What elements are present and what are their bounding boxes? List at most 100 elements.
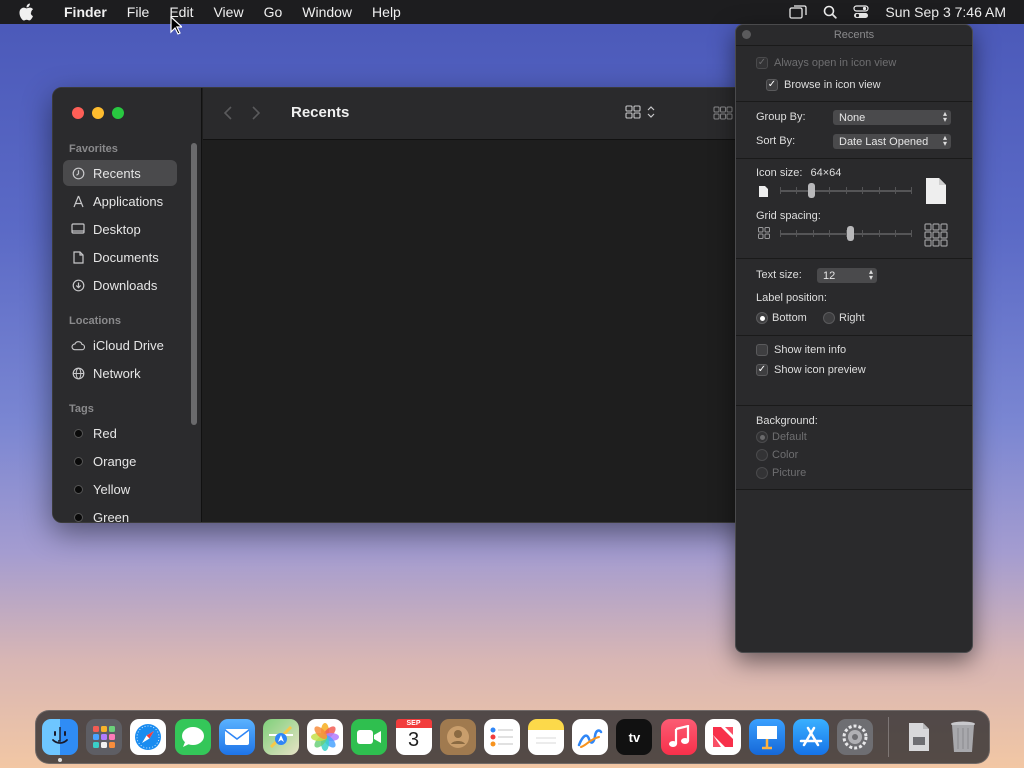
text-size-popup[interactable]: 12 ▴ ▾ <box>817 268 877 283</box>
sidebar-item-label: Green <box>93 509 130 523</box>
divider <box>736 258 972 259</box>
large-document-icon <box>925 177 947 208</box>
group-view-button[interactable] <box>713 105 733 124</box>
calendar-day: 3 <box>407 729 420 751</box>
browse-icon-view-checkbox[interactable]: ✓ <box>766 79 778 91</box>
appstore-icon[interactable] <box>793 719 830 755</box>
system-settings-icon[interactable] <box>837 719 874 755</box>
chevron-updown-icon: ▴ ▾ <box>942 133 947 148</box>
sidebar-tag-red[interactable]: Red <box>63 420 177 446</box>
calendar-icon[interactable]: SEP 3 <box>395 719 432 755</box>
label-position-bottom-radio[interactable] <box>756 312 768 324</box>
menu-view[interactable]: View <box>203 0 253 24</box>
sidebar-tag-green[interactable]: Green <box>63 504 177 523</box>
show-icon-preview-checkbox[interactable]: ✓ <box>756 364 768 376</box>
tag-dot-icon <box>71 454 85 468</box>
appletv-icon[interactable]: tv <box>616 719 653 755</box>
forward-button[interactable] <box>251 105 261 126</box>
photos-icon[interactable] <box>307 719 344 755</box>
safari-icon[interactable] <box>130 719 167 755</box>
messages-icon[interactable] <box>174 719 211 755</box>
sidebar-item-recents[interactable]: Recents <box>63 160 177 186</box>
news-icon[interactable] <box>704 719 741 755</box>
close-window-button[interactable] <box>72 107 84 119</box>
background-color-radio[interactable] <box>756 449 768 461</box>
finder-icon[interactable] <box>42 719 78 762</box>
group-by-popup[interactable]: None ▴ ▾ <box>833 110 951 125</box>
background-label: Background: <box>756 415 818 427</box>
control-center-icon[interactable] <box>853 5 869 19</box>
minimize-window-button[interactable] <box>92 107 104 119</box>
zoom-window-button[interactable] <box>112 107 124 119</box>
show-item-info-label: Show item info <box>774 344 847 356</box>
mouse-cursor-icon <box>170 15 184 38</box>
menu-help[interactable]: Help <box>362 0 411 24</box>
back-button[interactable] <box>223 105 233 126</box>
group-by-value: None <box>839 111 866 124</box>
background-default-radio[interactable] <box>756 431 768 443</box>
sidebar-item-icloud-drive[interactable]: iCloud Drive <box>63 332 177 358</box>
label-position-right-radio[interactable] <box>823 312 835 324</box>
background-picture-row: Picture <box>756 467 806 479</box>
sidebar-scrollbar[interactable] <box>191 143 197 425</box>
finder-window: Favorites Recents Applications Desktop D… <box>52 87 752 523</box>
label-position-bottom-label: Bottom <box>772 312 807 324</box>
maps-icon[interactable] <box>262 719 299 755</box>
trash-icon[interactable] <box>945 719 981 755</box>
menu-go[interactable]: Go <box>254 0 293 24</box>
contacts-icon[interactable] <box>439 719 476 755</box>
spotlight-search-icon[interactable] <box>823 5 838 19</box>
sidebar-item-desktop[interactable]: Desktop <box>63 216 177 242</box>
downloads-stack-icon[interactable] <box>901 719 937 755</box>
sidebar-item-label: Documents <box>93 249 159 265</box>
tag-dot-icon <box>71 426 85 440</box>
text-size-value: 12 <box>823 269 836 282</box>
always-open-icon-view-row: ✓ Always open in icon view <box>756 57 896 69</box>
label-position-right-label: Right <box>839 312 865 324</box>
tag-dot-icon <box>71 482 85 496</box>
slider-knob[interactable] <box>847 226 854 241</box>
sidebar-item-applications[interactable]: Applications <box>63 188 177 214</box>
dock-separator <box>887 717 889 757</box>
menu-file[interactable]: File <box>117 0 160 24</box>
keynote-icon[interactable] <box>749 719 785 755</box>
finder-content-area[interactable] <box>203 141 751 522</box>
facetime-icon[interactable] <box>351 719 388 755</box>
reminders-icon[interactable] <box>483 719 520 755</box>
show-item-info-checkbox[interactable] <box>756 344 768 356</box>
menu-app-name[interactable]: Finder <box>54 0 117 24</box>
sidebar-item-label: Downloads <box>93 277 158 293</box>
sidebar-item-downloads[interactable]: Downloads <box>63 272 177 298</box>
sidebar-tag-orange[interactable]: Orange <box>63 448 177 474</box>
small-grid-icon <box>758 227 770 242</box>
divider <box>736 489 972 490</box>
chevron-updown-icon: ▴ ▾ <box>942 109 947 124</box>
sort-by-popup[interactable]: Date Last Opened ▴ ▾ <box>833 134 951 149</box>
grid-spacing-slider[interactable] <box>780 226 912 242</box>
background-picture-radio[interactable] <box>756 467 768 479</box>
icon-size-slider[interactable] <box>780 183 912 199</box>
screen-mirroring-icon[interactable] <box>789 5 808 19</box>
finder-toolbar: Recents <box>203 88 751 140</box>
apple-menu-icon[interactable] <box>18 3 40 21</box>
sidebar-tag-yellow[interactable]: Yellow <box>63 476 177 502</box>
notes-icon[interactable] <box>528 719 565 755</box>
view-mode-button[interactable] <box>625 105 655 122</box>
small-document-icon <box>758 185 769 201</box>
launchpad-icon[interactable] <box>86 719 123 755</box>
always-open-icon-view-checkbox[interactable]: ✓ <box>756 57 768 69</box>
background-color-label: Color <box>772 449 799 461</box>
music-icon[interactable] <box>660 719 697 755</box>
sidebar-item-documents[interactable]: Documents <box>63 244 177 270</box>
large-grid-icon <box>924 223 948 250</box>
menu-clock[interactable]: Sun Sep 3 7:46 AM <box>885 4 1006 20</box>
background-default-label: Default <box>772 431 807 443</box>
desktop-icon <box>71 222 85 236</box>
sidebar-item-network[interactable]: Network <box>63 360 177 386</box>
slider-knob[interactable] <box>808 183 815 198</box>
mail-icon[interactable] <box>218 719 255 755</box>
sidebar-section-favorites: Favorites <box>69 143 118 155</box>
menu-window[interactable]: Window <box>292 0 362 24</box>
panel-close-button[interactable] <box>742 30 751 39</box>
freeform-icon[interactable] <box>572 719 609 755</box>
